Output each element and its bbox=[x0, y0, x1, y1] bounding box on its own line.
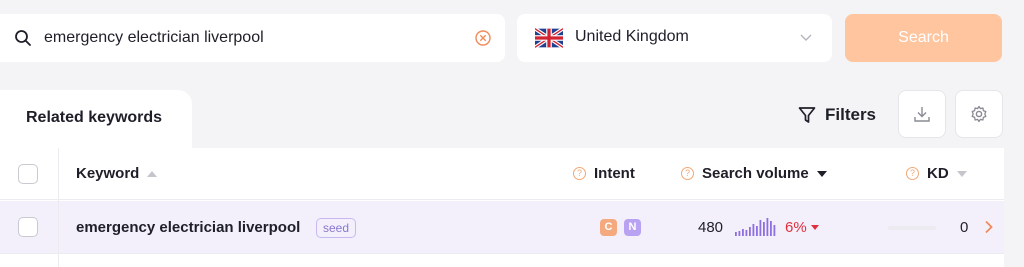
table-row bbox=[0, 253, 1004, 267]
trend-bar bbox=[735, 232, 737, 236]
search-button[interactable]: Search bbox=[845, 14, 1002, 62]
uk-flag-icon bbox=[535, 28, 563, 48]
table-header-row: Keyword ? Intent ? Search volume ? KD bbox=[0, 148, 1004, 200]
column-header-intent[interactable]: ? Intent bbox=[573, 165, 635, 182]
cropped-heading-text bbox=[0, 0, 1024, 8]
trend-bar bbox=[742, 229, 744, 236]
row-checkbox[interactable] bbox=[18, 217, 38, 237]
trend-bar bbox=[770, 221, 772, 236]
intent-header-label: Intent bbox=[594, 165, 635, 182]
funnel-icon bbox=[798, 107, 816, 123]
table-row[interactable]: emergency electrician liverpool seed C N… bbox=[0, 201, 1004, 253]
trend-bar bbox=[766, 218, 769, 236]
search-volume-header-label: Search volume bbox=[702, 165, 809, 182]
filters-button[interactable]: Filters bbox=[798, 101, 876, 129]
trend-bar bbox=[749, 227, 751, 236]
trend-bar bbox=[763, 222, 765, 236]
chevron-right-icon[interactable] bbox=[984, 220, 994, 234]
trend-bar bbox=[759, 220, 762, 236]
sort-desc-icon bbox=[816, 170, 827, 177]
seed-badge: seed bbox=[316, 218, 357, 238]
trend-percent-value: 6% bbox=[785, 219, 807, 236]
kd-bar bbox=[888, 226, 936, 230]
help-icon[interactable]: ? bbox=[906, 167, 919, 180]
trend-bar bbox=[745, 230, 748, 236]
column-header-keyword[interactable]: Keyword bbox=[76, 165, 158, 182]
clear-circle-icon[interactable] bbox=[474, 29, 492, 47]
sort-asc-icon bbox=[147, 170, 158, 177]
gear-icon bbox=[971, 105, 987, 123]
kd-value: 0 bbox=[960, 219, 969, 236]
column-header-kd[interactable]: ? KD bbox=[906, 165, 967, 182]
keyword-search-field[interactable] bbox=[0, 14, 505, 62]
keywords-table: Keyword ? Intent ? Search volume ? KD em… bbox=[0, 148, 1004, 267]
intent-badge-navigational: N bbox=[624, 219, 641, 236]
column-divider bbox=[58, 148, 59, 267]
country-select[interactable]: United Kingdom bbox=[517, 14, 832, 62]
tab-related-keywords[interactable]: Related keywords bbox=[0, 90, 192, 150]
search-icon bbox=[15, 30, 31, 46]
chevron-down-icon bbox=[800, 34, 812, 41]
select-all-checkbox[interactable] bbox=[18, 164, 38, 184]
search-volume-value: 480 bbox=[698, 219, 724, 236]
trend-bar bbox=[756, 226, 758, 236]
download-icon bbox=[914, 107, 930, 122]
keyword-header-label: Keyword bbox=[76, 165, 140, 182]
intent-badge-commercial: C bbox=[600, 219, 617, 236]
help-icon[interactable]: ? bbox=[681, 167, 694, 180]
filters-label: Filters bbox=[825, 105, 877, 124]
column-header-search-volume[interactable]: ? Search volume bbox=[681, 165, 827, 182]
country-value: United Kingdom bbox=[575, 28, 689, 45]
trend-percent: 6% bbox=[785, 219, 819, 236]
help-icon[interactable]: ? bbox=[573, 167, 586, 180]
search-input[interactable] bbox=[44, 24, 464, 52]
sort-desc-icon bbox=[956, 170, 967, 177]
keyword-cell[interactable]: emergency electrician liverpool bbox=[76, 219, 300, 236]
export-button[interactable] bbox=[898, 90, 946, 138]
settings-button[interactable] bbox=[955, 90, 1003, 138]
trend-bar bbox=[752, 224, 755, 236]
trend-down-icon bbox=[810, 225, 819, 230]
kd-header-label: KD bbox=[927, 165, 949, 182]
trend-sparkline bbox=[735, 218, 776, 236]
trend-bar bbox=[738, 231, 741, 236]
trend-bar bbox=[773, 225, 776, 236]
